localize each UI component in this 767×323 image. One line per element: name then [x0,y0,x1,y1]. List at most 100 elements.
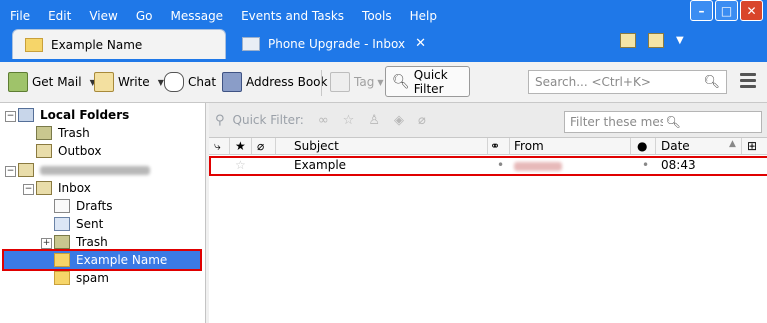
collapse-icon[interactable]: − [5,166,16,177]
contact-filter-icon[interactable]: ♙ [368,113,380,128]
folder-label: spam [76,271,109,285]
folder-label: Trash [76,235,108,249]
maximize-button[interactable]: □ [715,0,738,21]
collapse-icon[interactable]: − [23,184,34,195]
quick-filter-bar-label: Quick Filter: [232,113,304,127]
address-book-button[interactable]: Address Book [222,69,327,95]
tab-phone-upgrade-inbox[interactable]: Phone Upgrade - Inbox ✕ [230,29,440,58]
get-mail-button[interactable]: Get Mail ▼ [8,69,96,95]
attachment-column-icon[interactable]: ⌀ [257,139,264,153]
chevron-down-icon: ▼ [377,77,384,87]
close-icon: ✕ [746,3,757,18]
tab-close-icon[interactable]: ✕ [415,36,426,51]
app-menu-button[interactable] [740,73,756,91]
thread-column-icon[interactable]: ⤷ [214,139,221,154]
folder-label: Outbox [58,144,102,158]
sent-icon [54,217,70,231]
folder-inbox[interactable]: Inbox [36,179,91,197]
menu-message[interactable]: Message [160,9,231,23]
sort-ascending-icon: ▲ [729,139,736,149]
tab-label: Phone Upgrade - Inbox [268,36,406,51]
tab-bar-icons: ▼ [620,33,684,48]
subject-column-header[interactable]: Subject [294,139,339,153]
tab-label: Example Name [51,37,143,52]
address-book-icon [222,72,242,92]
menu-edit[interactable]: Edit [38,9,79,23]
trash-icon [54,235,70,249]
chat-button[interactable]: Chat [164,69,216,95]
folder-trash[interactable]: Trash [36,124,90,142]
folder-label: Local Folders [40,108,130,122]
trash-icon [36,126,52,140]
menu-go[interactable]: Go [126,9,161,23]
folder-spam[interactable]: spam [54,269,109,287]
magnifier-icon: 🔍︎ [392,73,410,90]
collapse-icon[interactable]: − [5,111,16,122]
column-header: ⤷ ★ ⌀ Subject ⚭ From ● Date ▲ ⊞ [209,138,767,155]
redacted-account-name [40,165,150,175]
menu-line [740,85,756,88]
menu-tools[interactable]: Tools [352,9,400,23]
menu-file[interactable]: File [0,9,38,23]
message-row[interactable]: ☆ Example • • 08:43 [209,156,767,176]
folder-example-name[interactable]: Example Name [2,249,202,271]
write-button[interactable]: Write ▼ [94,69,164,95]
star-column-icon[interactable]: ★ [235,139,246,153]
folder-sent[interactable]: Sent [54,215,103,233]
message-date: 08:43 [661,158,696,172]
account-row[interactable] [18,161,150,179]
chevron-down-icon[interactable]: ▼ [158,78,164,87]
folder-label: Example Name [76,253,168,267]
folder-label: Sent [76,217,104,231]
quick-filter-button[interactable]: 🔍︎ Quick Filter [385,66,470,97]
read-dot-icon[interactable]: • [497,158,504,172]
folder-trash-sub[interactable]: Trash [54,233,108,251]
search-icon: 🔍︎ [665,115,681,129]
write-icon [94,72,114,92]
folder-icon [54,271,70,285]
column-divider [509,138,510,154]
search-icon[interactable]: 🔍︎ [703,75,720,90]
tag-filter-icon[interactable]: ◈ [394,113,404,128]
column-divider [275,138,276,154]
inbox-icon [36,181,52,195]
read-status-column-icon[interactable]: ⚭ [490,139,500,153]
folder-drafts[interactable]: Drafts [54,197,113,215]
message-pane: ⚲ Quick Filter: ∞ ☆ ♙ ◈ ⌀ Filter these m… [209,103,767,323]
minimize-button[interactable]: – [690,0,713,21]
message-subject: Example [294,158,347,172]
calendar-icon[interactable] [620,33,636,48]
menu-view[interactable]: View [79,9,125,23]
attachment-filter-icon[interactable]: ⌀ [418,113,426,128]
expand-icon[interactable]: + [41,238,52,249]
menu-events-and-tasks[interactable]: Events and Tasks [231,9,352,23]
star-icon[interactable]: ☆ [235,158,246,172]
unread-filter-icon[interactable]: ∞ [318,113,329,128]
close-window-button[interactable]: ✕ [740,0,763,21]
column-picker-icon[interactable]: ⊞ [747,139,757,153]
from-column-header[interactable]: From [514,139,544,153]
junk-status-column-icon[interactable]: ● [637,139,647,153]
starred-filter-icon[interactable]: ☆ [343,113,355,128]
mail-icon [242,36,260,51]
drafts-icon [54,199,70,213]
account-icon [18,163,34,177]
folder-outbox[interactable]: Outbox [36,142,101,160]
date-column-header[interactable]: Date [661,139,690,153]
filter-messages-input[interactable]: Filter these messages... <Ctrl+Shift+K> … [564,111,762,133]
folder-label: Trash [58,126,90,140]
tag-button[interactable]: Tag ▼ [330,69,383,95]
folder-pane: − Local Folders Trash Outbox − − Inbox D… [0,103,206,323]
folder-icon [25,37,43,52]
sticky-pin-icon[interactable]: ⚲ [215,113,225,128]
tasks-icon[interactable] [648,33,664,48]
junk-dot-icon[interactable]: • [642,158,649,172]
window-controls: – □ ✕ [690,0,763,21]
tab-list-chevron-icon[interactable]: ▼ [676,35,684,46]
folder-local-folders[interactable]: Local Folders [18,106,129,124]
tab-example-name[interactable]: Example Name [12,29,226,59]
menu-help[interactable]: Help [400,9,445,23]
quick-filter-bar: ⚲ Quick Filter: ∞ ☆ ♙ ◈ ⌀ Filter these m… [209,103,767,138]
menu-line [740,73,756,76]
search-input[interactable]: Search... <Ctrl+K> 🔍︎ [528,70,727,94]
